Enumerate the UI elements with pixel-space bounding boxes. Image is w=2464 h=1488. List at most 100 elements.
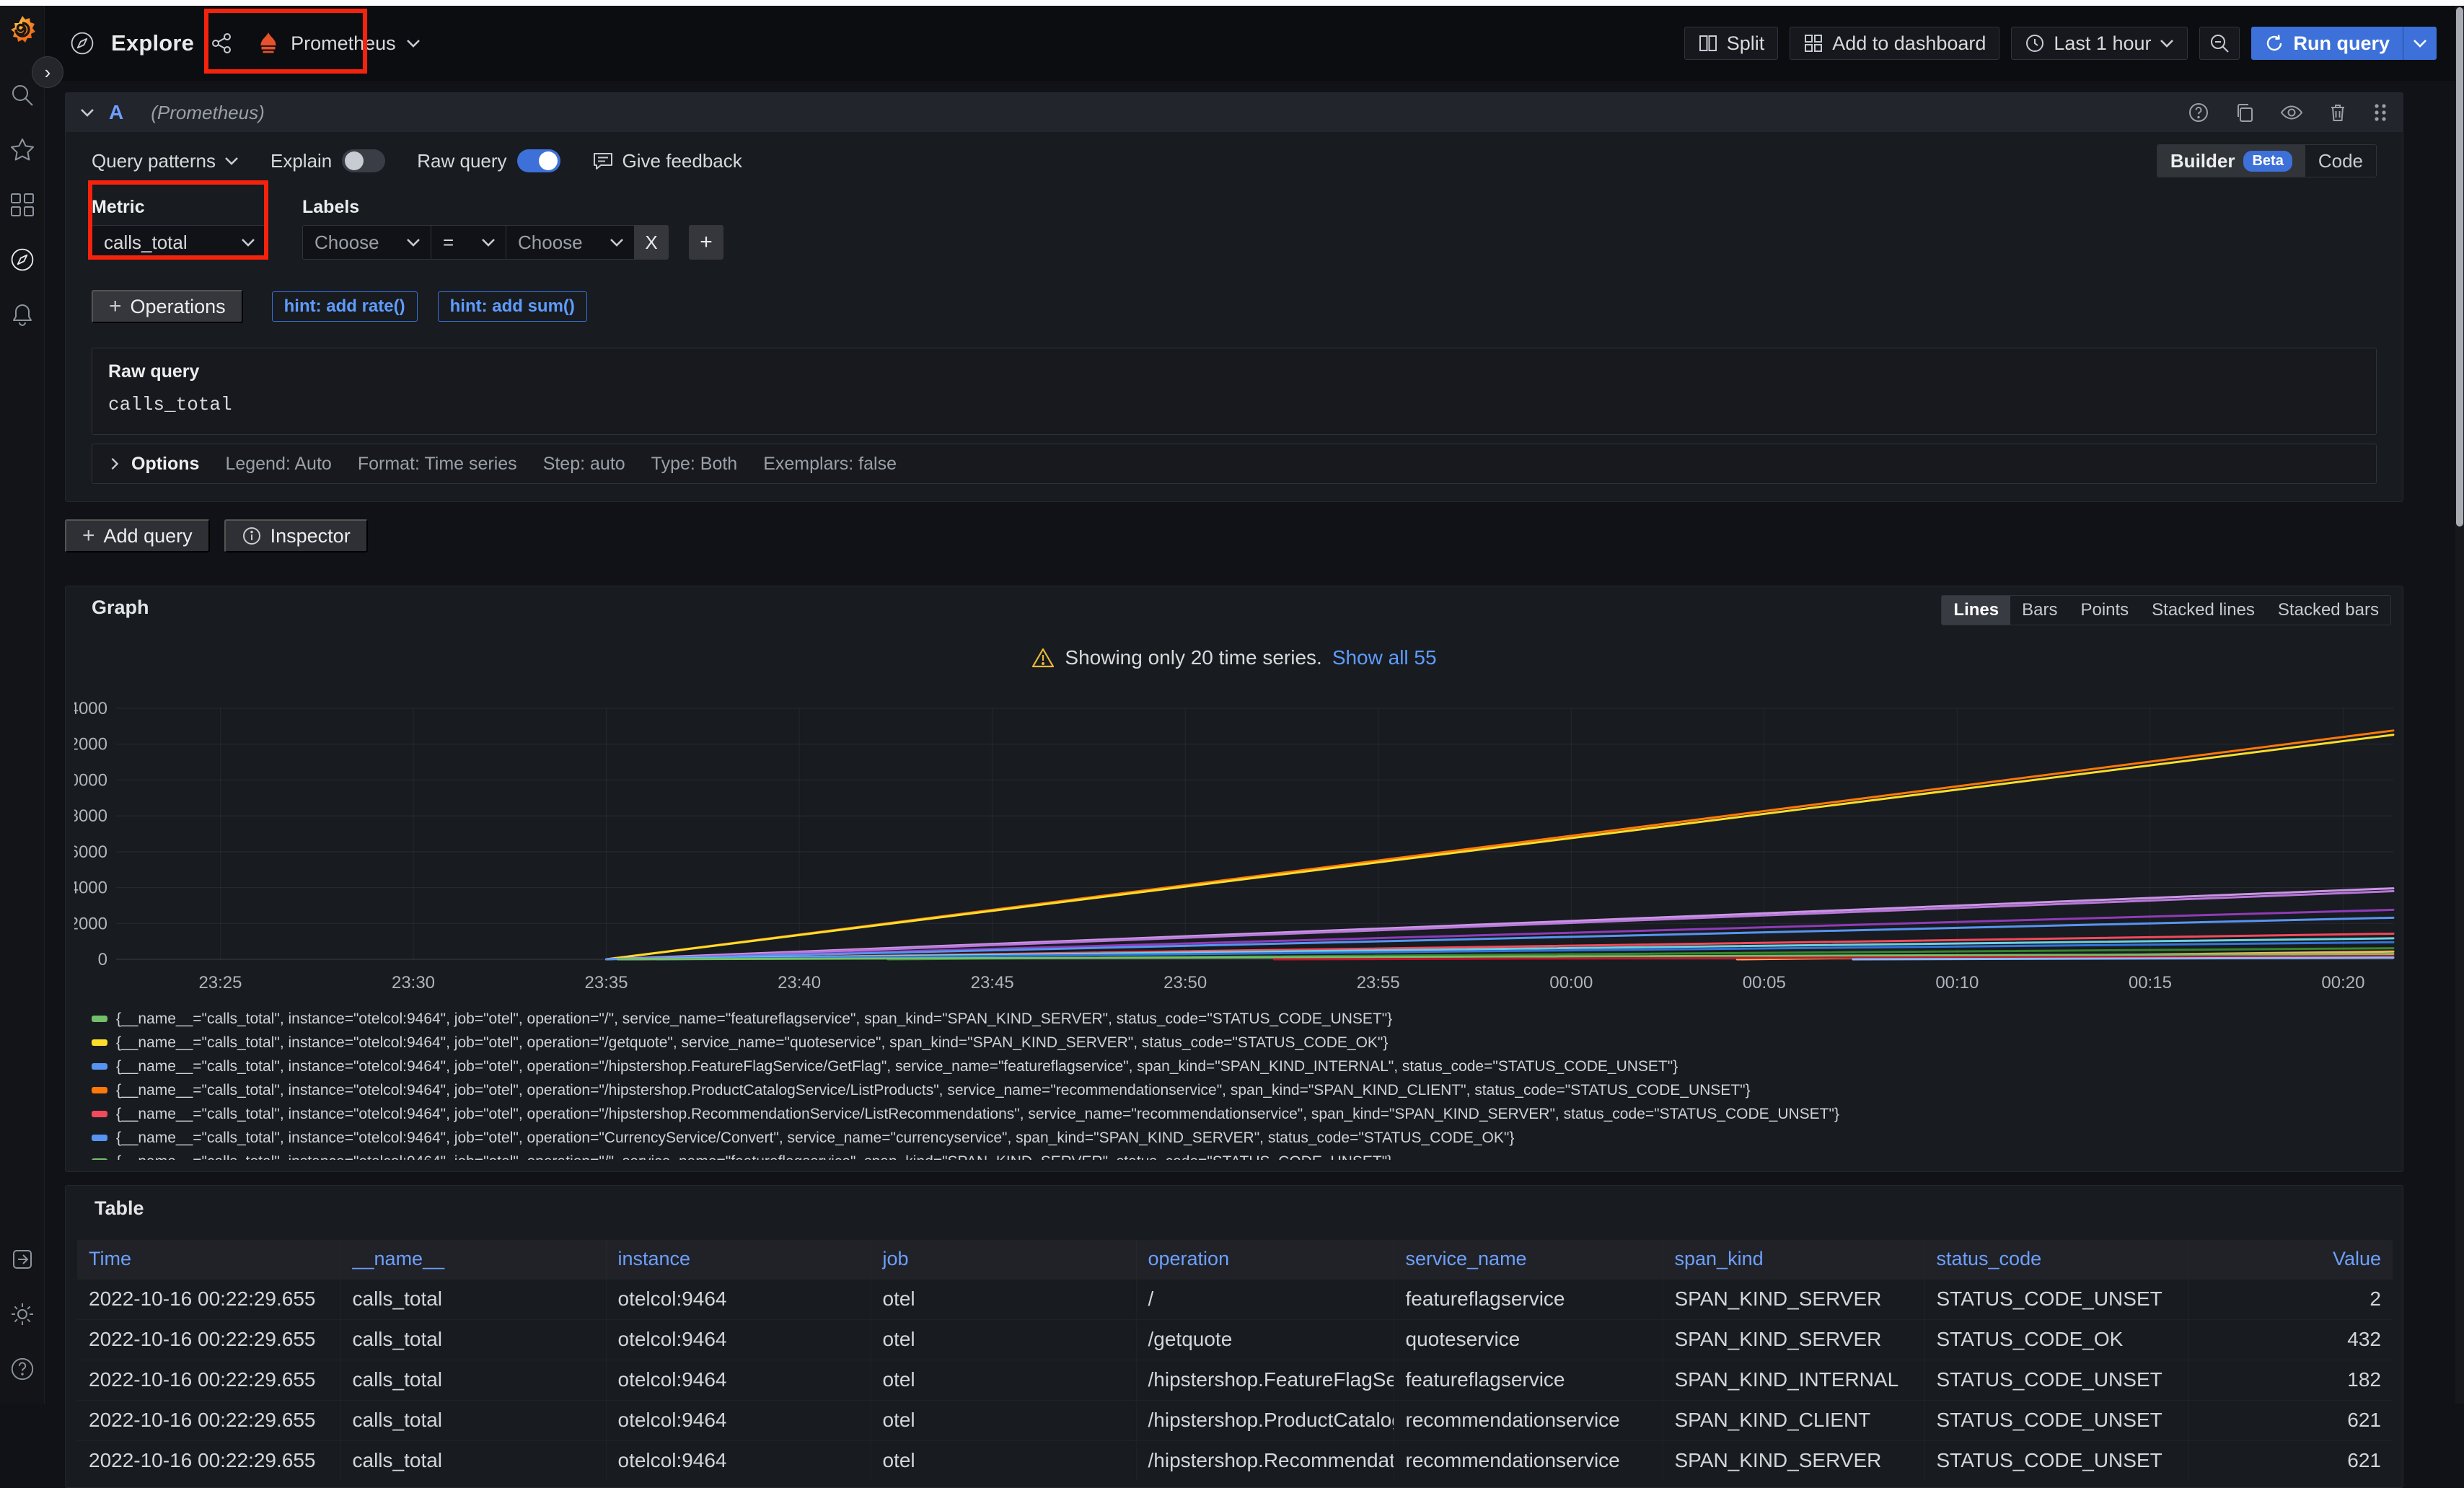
sidebar-expand-button[interactable]: › xyxy=(32,56,63,88)
trash-icon[interactable] xyxy=(2328,102,2348,123)
legend-item[interactable]: {__name__="calls_total", instance="otelc… xyxy=(92,1078,2394,1102)
code-mode-tab[interactable]: Code xyxy=(2305,145,2376,177)
table-row: 2022-10-16 00:22:29.655calls_totalotelco… xyxy=(77,1440,2393,1481)
alerting-bell-icon[interactable] xyxy=(9,301,35,327)
metric-select[interactable]: calls_total xyxy=(92,225,266,260)
legend-item[interactable]: {__name__="calls_total", instance="otelc… xyxy=(92,1102,2394,1126)
legend-swatch-icon xyxy=(92,1087,107,1093)
column-header-operation[interactable]: operation xyxy=(1136,1240,1394,1279)
remove-label-button[interactable]: X xyxy=(634,225,669,260)
sign-in-icon[interactable] xyxy=(9,1246,35,1272)
add-query-button[interactable]: + Add query xyxy=(65,519,210,553)
add-to-dashboard-button[interactable]: Add to dashboard xyxy=(1790,27,1999,60)
options-chevron-icon xyxy=(110,457,119,470)
metric-field-group: Metric calls_total xyxy=(92,197,266,260)
legend-label: {__name__="calls_total", instance="otelc… xyxy=(116,1106,1839,1123)
column-header-value[interactable]: Value xyxy=(2188,1240,2393,1279)
dashboards-icon[interactable] xyxy=(9,192,35,218)
table-cell: STATUS_CODE_UNSET xyxy=(1924,1279,2188,1319)
query-hint-button[interactable]: hint: add rate() xyxy=(272,291,418,322)
graph-style-tab-lines[interactable]: Lines xyxy=(1942,596,2010,625)
copy-icon[interactable] xyxy=(2234,102,2256,123)
legend-swatch-icon xyxy=(92,1063,107,1070)
scrollbar-thumb[interactable] xyxy=(2456,7,2463,527)
starred-icon[interactable] xyxy=(9,137,35,163)
explore-nav-icon[interactable] xyxy=(9,247,35,273)
legend-label: {__name__="calls_total", instance="otelc… xyxy=(116,1082,1751,1099)
grafana-logo-icon[interactable] xyxy=(7,14,38,45)
option-summary-item: Type: Both xyxy=(651,454,738,475)
clock-icon xyxy=(2025,33,2045,53)
legend-swatch-icon xyxy=(92,1111,107,1117)
raw-query-switch[interactable] xyxy=(517,149,560,172)
legend-swatch-icon xyxy=(92,1016,107,1022)
column-header-status_code[interactable]: status_code xyxy=(1924,1240,2188,1279)
run-query-dropdown[interactable] xyxy=(2403,27,2437,60)
explain-switch[interactable] xyxy=(342,149,385,172)
label-key-select[interactable]: Choose xyxy=(302,225,431,260)
add-label-button[interactable]: + xyxy=(689,225,723,260)
y-axis-tick-label: 8000 xyxy=(74,806,107,826)
graph-style-tab-points[interactable]: Points xyxy=(2069,596,2140,625)
give-feedback-link[interactable]: Give feedback xyxy=(592,150,742,172)
table-cell: STATUS_CODE_OK xyxy=(1924,1319,2188,1360)
drag-handle-icon[interactable] xyxy=(2372,102,2388,123)
query-hint-button[interactable]: hint: add sum() xyxy=(438,291,587,322)
table-cell: 2022-10-16 00:22:29.655 xyxy=(77,1319,340,1360)
legend-item[interactable]: {__name__="calls_total", instance="otelc… xyxy=(92,1150,2394,1160)
query-row-header[interactable]: A (Prometheus) xyxy=(66,93,2403,132)
page-scrollbar[interactable] xyxy=(2455,6,2464,1404)
search-icon[interactable] xyxy=(9,82,35,108)
chart-legend: {__name__="calls_total", instance="otelc… xyxy=(92,1007,2394,1160)
column-header-job[interactable]: job xyxy=(871,1240,1136,1279)
graph-style-tab-stacked-bars[interactable]: Stacked bars xyxy=(2266,596,2390,625)
column-header-instance[interactable]: instance xyxy=(606,1240,871,1279)
query-patterns-dropdown[interactable]: Query patterns xyxy=(92,150,239,172)
raw-query-value: calls_total xyxy=(108,394,2360,415)
table-cell: 621 xyxy=(2188,1440,2393,1481)
label-operator-select[interactable]: = xyxy=(431,225,506,260)
eye-icon[interactable] xyxy=(2280,102,2303,123)
legend-item[interactable]: {__name__="calls_total", instance="otelc… xyxy=(92,1126,2394,1150)
graph-style-tab-stacked-lines[interactable]: Stacked lines xyxy=(2140,596,2266,625)
option-summary-item: Exemplars: false xyxy=(763,454,897,475)
show-all-series-link[interactable]: Show all 55 xyxy=(1332,646,1437,669)
graph-style-tab-bars[interactable]: Bars xyxy=(2010,596,2069,625)
column-header-__name__[interactable]: __name__ xyxy=(340,1240,606,1279)
operations-button[interactable]: + Operations xyxy=(92,290,243,323)
datasource-picker[interactable]: Prometheus xyxy=(249,25,428,61)
column-header-span_kind[interactable]: span_kind xyxy=(1663,1240,1924,1279)
table-cell: SPAN_KIND_CLIENT xyxy=(1663,1400,1924,1440)
explain-toggle[interactable]: Explain xyxy=(270,149,385,172)
raw-query-toggle[interactable]: Raw query xyxy=(417,149,560,172)
browser-top-strip xyxy=(0,0,2464,6)
builder-mode-tab[interactable]: Builder Beta xyxy=(2157,145,2305,177)
help-icon[interactable] xyxy=(9,1356,35,1382)
zoom-out-button[interactable] xyxy=(2199,27,2240,60)
table-cell: SPAN_KIND_SERVER xyxy=(1663,1440,1924,1481)
split-button[interactable]: Split xyxy=(1684,27,1779,60)
options-collapsible[interactable]: Options Legend: AutoFormat: Time seriesS… xyxy=(92,444,2377,484)
x-axis-tick-label: 23:50 xyxy=(1163,973,1207,992)
legend-item[interactable]: {__name__="calls_total", instance="otelc… xyxy=(92,1055,2394,1078)
inspector-button[interactable]: Inspector xyxy=(224,519,368,553)
query-help-icon[interactable] xyxy=(2188,102,2209,123)
legend-item[interactable]: {__name__="calls_total", instance="otelc… xyxy=(92,1007,2394,1031)
run-query-button[interactable]: Run query xyxy=(2251,27,2437,60)
column-header-time[interactable]: Time xyxy=(77,1240,340,1279)
legend-label: {__name__="calls_total", instance="otelc… xyxy=(116,1034,1388,1052)
option-summary-item: Legend: Auto xyxy=(225,454,331,475)
column-header-service_name[interactable]: service_name xyxy=(1394,1240,1663,1279)
time-range-picker[interactable]: Last 1 hour xyxy=(2011,27,2188,60)
refresh-icon xyxy=(2264,33,2284,53)
settings-gear-icon[interactable] xyxy=(9,1301,35,1327)
sidebar xyxy=(0,6,45,1404)
legend-item[interactable]: {__name__="calls_total", instance="otelc… xyxy=(92,1031,2394,1055)
time-series-chart[interactable]: 1400012000100008000600040002000023:2523:… xyxy=(74,694,2394,997)
share-icon[interactable] xyxy=(210,32,233,55)
collapse-chevron-icon[interactable] xyxy=(80,108,94,117)
y-axis-tick-label: 14000 xyxy=(74,699,107,718)
table-cell: otel xyxy=(871,1279,1136,1319)
label-value-select[interactable]: Choose xyxy=(506,225,634,260)
beta-badge: Beta xyxy=(2243,151,2292,172)
